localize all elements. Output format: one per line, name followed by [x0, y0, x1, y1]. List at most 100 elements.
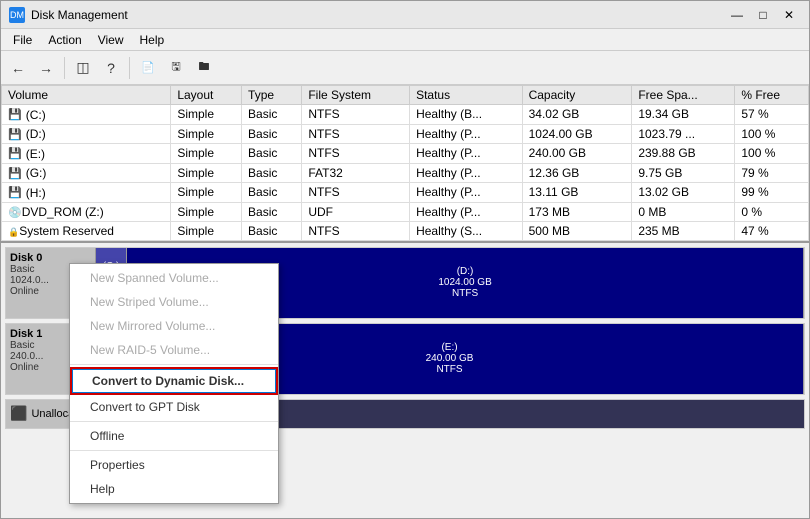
- cell-status: Healthy (B...: [410, 105, 523, 125]
- context-menu: New Spanned Volume... New Striped Volume…: [69, 263, 279, 504]
- cell-fs: NTFS: [302, 221, 410, 240]
- partition-e-size: 240.00 GB: [426, 353, 474, 364]
- cell-type: Basic: [242, 163, 302, 183]
- cell-type: Basic: [242, 124, 302, 144]
- table-row[interactable]: (C:) Simple Basic NTFS Healthy (B... 34.…: [2, 105, 809, 125]
- cell-layout: Simple: [171, 202, 242, 221]
- ctx-convert-gpt[interactable]: Convert to GPT Disk: [70, 395, 278, 419]
- cell-layout: Simple: [171, 124, 242, 144]
- table-row[interactable]: System Reserved Simple Basic NTFS Health…: [2, 221, 809, 240]
- table-row[interactable]: (D:) Simple Basic NTFS Healthy (P... 102…: [2, 124, 809, 144]
- cell-status: Healthy (P...: [410, 202, 523, 221]
- help-button[interactable]: ?: [98, 55, 124, 81]
- cell-free: 19.34 GB: [632, 105, 735, 125]
- drive-icon: (H:): [8, 186, 46, 200]
- minimize-button[interactable]: —: [725, 5, 749, 25]
- drive-icon: DVD_ROM (Z:): [8, 205, 104, 219]
- table-row[interactable]: DVD_ROM (Z:) Simple Basic UDF Healthy (P…: [2, 202, 809, 221]
- tool4-button[interactable]: 🖫: [163, 55, 189, 81]
- ctx-new-striped[interactable]: New Striped Volume...: [70, 290, 278, 314]
- cell-free: 13.02 GB: [632, 183, 735, 203]
- menu-file[interactable]: File: [5, 31, 40, 49]
- partition-d-fs: NTFS: [452, 288, 478, 299]
- table-row[interactable]: (G:) Simple Basic FAT32 Healthy (P... 12…: [2, 163, 809, 183]
- cell-capacity: 500 MB: [522, 221, 632, 240]
- cell-fs: FAT32: [302, 163, 410, 183]
- col-type[interactable]: Type: [242, 86, 302, 105]
- cell-fs: NTFS: [302, 183, 410, 203]
- app-icon: DM: [9, 7, 25, 23]
- ctx-properties[interactable]: Properties: [70, 453, 278, 477]
- menu-action[interactable]: Action: [40, 31, 89, 49]
- cell-capacity: 12.36 GB: [522, 163, 632, 183]
- cell-free: 0 MB: [632, 202, 735, 221]
- tool5-button[interactable]: 🖿: [191, 55, 217, 81]
- col-layout[interactable]: Layout: [171, 86, 242, 105]
- window-title: Disk Management: [31, 8, 725, 22]
- ctx-sep-2: [70, 421, 278, 422]
- maximize-button[interactable]: □: [751, 5, 775, 25]
- cell-type: Basic: [242, 105, 302, 125]
- disk-view-area: Disk 0 Basic 1024.0... Online (C:) 34.02…: [1, 243, 809, 519]
- drive-icon: (D:): [8, 127, 46, 141]
- menu-view[interactable]: View: [90, 31, 132, 49]
- cell-pct: 79 %: [735, 163, 809, 183]
- drive-icon: (G:): [8, 166, 46, 180]
- cell-volume: DVD_ROM (Z:): [2, 202, 171, 221]
- toolbar: ← → ◫ ? 📄 🖫 🖿: [1, 51, 809, 85]
- cell-free: 239.88 GB: [632, 144, 735, 164]
- table-header-row: Volume Layout Type File System Status Ca…: [2, 86, 809, 105]
- cell-pct: 100 %: [735, 144, 809, 164]
- cell-capacity: 34.02 GB: [522, 105, 632, 125]
- cell-fs: UDF: [302, 202, 410, 221]
- cell-layout: Simple: [171, 221, 242, 240]
- main-content: Volume Layout Type File System Status Ca…: [1, 85, 809, 518]
- cell-status: Healthy (P...: [410, 124, 523, 144]
- table-row[interactable]: (H:) Simple Basic NTFS Healthy (P... 13.…: [2, 183, 809, 203]
- cell-fs: NTFS: [302, 124, 410, 144]
- col-fs[interactable]: File System: [302, 86, 410, 105]
- cell-volume: (D:): [2, 124, 171, 144]
- partition-e-name: (E:): [441, 342, 457, 353]
- window-controls: — □ ✕: [725, 5, 801, 25]
- col-capacity[interactable]: Capacity: [522, 86, 632, 105]
- ctx-new-spanned[interactable]: New Spanned Volume...: [70, 266, 278, 290]
- cell-type: Basic: [242, 144, 302, 164]
- back-button[interactable]: ←: [5, 55, 31, 81]
- drive-icon: (E:): [8, 147, 45, 161]
- cell-layout: Simple: [171, 183, 242, 203]
- menu-bar: File Action View Help: [1, 29, 809, 51]
- ctx-new-raid5[interactable]: New RAID-5 Volume...: [70, 338, 278, 362]
- cell-pct: 47 %: [735, 221, 809, 240]
- col-volume[interactable]: Volume: [2, 86, 171, 105]
- col-pct[interactable]: % Free: [735, 86, 809, 105]
- ctx-new-mirrored[interactable]: New Mirrored Volume...: [70, 314, 278, 338]
- table-row[interactable]: (E:) Simple Basic NTFS Healthy (P... 240…: [2, 144, 809, 164]
- tool3-button[interactable]: 📄: [135, 55, 161, 81]
- partition-d-name: (D:): [457, 266, 474, 277]
- title-bar: DM Disk Management — □ ✕: [1, 1, 809, 29]
- cell-capacity: 13.11 GB: [522, 183, 632, 203]
- cell-status: Healthy (P...: [410, 144, 523, 164]
- volume-table: Volume Layout Type File System Status Ca…: [1, 85, 809, 241]
- col-status[interactable]: Status: [410, 86, 523, 105]
- cell-volume: (H:): [2, 183, 171, 203]
- ctx-convert-dynamic[interactable]: Convert to Dynamic Disk...: [70, 367, 278, 395]
- cell-status: Healthy (P...: [410, 163, 523, 183]
- ctx-offline[interactable]: Offline: [70, 424, 278, 448]
- cell-volume: (E:): [2, 144, 171, 164]
- forward-button[interactable]: →: [33, 55, 59, 81]
- col-free[interactable]: Free Spa...: [632, 86, 735, 105]
- menu-help[interactable]: Help: [132, 31, 173, 49]
- cell-pct: 0 %: [735, 202, 809, 221]
- close-button[interactable]: ✕: [777, 5, 801, 25]
- ctx-help[interactable]: Help: [70, 477, 278, 501]
- cell-pct: 100 %: [735, 124, 809, 144]
- cell-layout: Simple: [171, 144, 242, 164]
- cell-status: Healthy (P...: [410, 183, 523, 203]
- show-hide-button[interactable]: ◫: [70, 55, 96, 81]
- cell-free: 235 MB: [632, 221, 735, 240]
- cell-pct: 99 %: [735, 183, 809, 203]
- partition-e-fs: NTFS: [436, 364, 462, 375]
- unallocated-icon: ⬛: [10, 405, 27, 422]
